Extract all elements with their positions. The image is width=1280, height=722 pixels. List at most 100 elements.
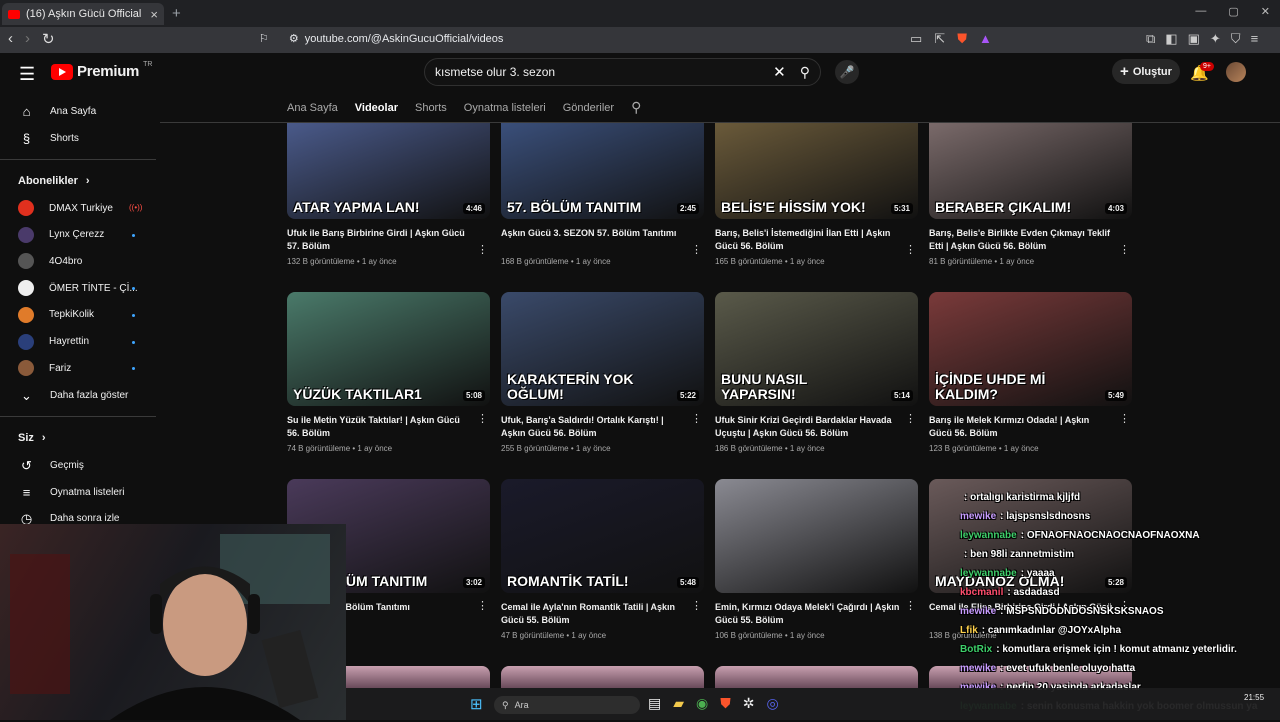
video-thumbnail[interactable] — [715, 479, 918, 593]
sidebar-item-home[interactable]: ⌂ Ana Sayfa — [18, 103, 97, 120]
video-card[interactable]: BUNU NASIL YAPARSIN! 5:14 Ufuk Sinir Krizi… — [715, 292, 918, 453]
video-thumbnail[interactable]: 57. BÖLÜM TANITIM 2:45 — [501, 123, 704, 219]
menu-icon[interactable]: ≡ — [1251, 31, 1259, 47]
brave-shield-icon[interactable]: ⛊ — [957, 31, 967, 47]
subscriptions-heading[interactable]: Abonelikler › — [18, 175, 90, 187]
chrome-icon[interactable]: ◉ — [696, 695, 708, 712]
more-options-icon[interactable]: ⋮ — [691, 599, 702, 612]
show-more-button[interactable]: ⌄ Daha fazla göster — [18, 387, 128, 404]
app-icon[interactable]: ✲ — [743, 695, 755, 712]
video-thumbnail[interactable]: KARAKTERİN YOK OĞLUM! 5:22 — [501, 292, 704, 406]
discord-icon[interactable]: ◎ — [766, 695, 778, 712]
you-heading[interactable]: Siz › — [18, 432, 46, 444]
windows-start-icon[interactable]: ⊞ — [470, 695, 483, 713]
search-icon[interactable]: ⚲ — [800, 64, 810, 81]
ai-icon[interactable]: ✦ — [1210, 31, 1221, 47]
back-icon[interactable]: ‹ — [8, 30, 13, 48]
video-thumbnail[interactable] — [501, 666, 704, 688]
tab-home[interactable]: Ana Sayfa — [287, 102, 338, 114]
sidebar-item-playlists[interactable]: ≡ Oynatma listeleri — [18, 484, 125, 501]
close-window-icon[interactable]: ✕ — [1261, 5, 1270, 18]
reload-icon[interactable]: ↻ — [42, 30, 55, 48]
bookmark-icon[interactable]: ⚐ — [259, 32, 269, 45]
video-card[interactable]: YÜZÜK TAKTILAR1 5:08 Su ile Metin Yüzük Ta… — [287, 292, 490, 453]
sidebar-subscription-item[interactable]: Hayrettin — [18, 333, 89, 350]
vpn-icon[interactable]: ⛉ — [1231, 31, 1241, 47]
create-button[interactable]: + Oluştur — [1112, 59, 1180, 84]
video-thumbnail[interactable]: BUNU NASIL YAPARSIN! 5:14 — [715, 292, 918, 406]
sidebar-item-history[interactable]: ↺ Geçmiş — [18, 457, 84, 474]
video-card[interactable]: 57. BÖLÜM TANITIM 2:45 Aşkın Gücü 3. SEZON… — [501, 123, 704, 266]
more-options-icon[interactable]: ⋮ — [477, 599, 488, 612]
video-thumbnail[interactable]: BELİS'E HİSSİM YOK! 5:31 — [715, 123, 918, 219]
more-options-icon[interactable]: ⋮ — [691, 412, 702, 425]
video-card[interactable]: ROMANTİK TATİL! 5:48 Cemal ile Ayla'nın Ro… — [501, 479, 704, 640]
more-options-icon[interactable]: ⋮ — [1119, 412, 1130, 425]
tab-videos[interactable]: Videolar — [355, 102, 398, 114]
cast-icon[interactable]: ▭ — [910, 31, 922, 47]
video-title[interactable]: Emin, Kırmızı Odaya Melek'i Çağırdı | Aş… — [715, 601, 900, 627]
more-options-icon[interactable]: ⋮ — [1119, 243, 1130, 256]
more-options-icon[interactable]: ⋮ — [905, 243, 916, 256]
video-title[interactable]: Barış ile Melek Kırmızı Odada! | Aşkın G… — [929, 414, 1114, 440]
wallet-icon[interactable]: ▣ — [1188, 31, 1200, 47]
sidebar-toggle-icon[interactable]: ◧ — [1165, 31, 1177, 47]
video-thumbnail[interactable]: YÜZÜK TAKTILAR1 5:08 — [287, 292, 490, 406]
browser-tab[interactable]: (16) Aşkın Gücü Official - YouTube × — [2, 3, 164, 25]
screenshot-icon[interactable]: ⧉ — [1146, 31, 1155, 47]
search-input[interactable]: kısmetse olur 3. sezon ✕ ⚲ — [424, 58, 821, 86]
clear-search-icon[interactable]: ✕ — [773, 63, 786, 81]
video-title[interactable]: Ufuk ile Barış Birbirine Girdi | Aşkın G… — [287, 227, 472, 253]
video-card[interactable]: BERABER ÇIKALIM! 4:03 Barış, Belis'e Birli… — [929, 123, 1132, 266]
youtube-logo[interactable]: Premium TR — [51, 61, 152, 80]
video-title[interactable]: Ufuk Sinir Krizi Geçirdi Bardaklar Havad… — [715, 414, 900, 440]
tab-playlists[interactable]: Oynatma listeleri — [464, 102, 546, 114]
video-card[interactable]: BELİS'E HİSSİM YOK! 5:31 Barış, Belis'i İs… — [715, 123, 918, 266]
sidebar-subscription-item[interactable]: Lynx Çerezz — [18, 226, 104, 243]
share-icon[interactable]: ⇱ — [934, 31, 945, 47]
sidebar-item-shorts[interactable]: § Shorts — [18, 130, 79, 147]
account-avatar[interactable] — [1226, 62, 1246, 82]
tab-shorts[interactable]: Shorts — [415, 102, 447, 114]
more-options-icon[interactable]: ⋮ — [691, 243, 702, 256]
video-card[interactable]: ATAR YAPMA LAN! 4:46 Ufuk ile Barış Birbir… — [287, 123, 490, 266]
url-field[interactable]: ⚐ ⚙ youtube.com/@AskinGucuOfficial/video… — [259, 32, 503, 46]
task-view-icon[interactable]: ▤ — [648, 695, 661, 712]
sidebar-subscription-item[interactable]: TepkiKolik — [18, 306, 94, 323]
video-title[interactable]: Ufuk, Barış'a Saldırdı! Ortalık Karıştı!… — [501, 414, 686, 440]
video-thumbnail[interactable]: ATAR YAPMA LAN! 4:46 — [287, 123, 490, 219]
more-options-icon[interactable]: ⋮ — [905, 599, 916, 612]
rewards-icon[interactable]: ▲ — [979, 31, 992, 47]
video-title[interactable]: Barış, Belis'i İstemediğini İlan Etti | … — [715, 227, 900, 253]
tab-posts[interactable]: Gönderiler — [563, 102, 614, 114]
new-tab-icon[interactable]: + — [172, 5, 181, 22]
video-title[interactable]: Su ile Metin Yüzük Taktılar! | Aşkın Güc… — [287, 414, 472, 440]
file-explorer-icon[interactable]: ▰ — [673, 695, 684, 712]
video-title[interactable]: Cemal ile Ayla'nın Romantik Tatili | Aşk… — [501, 601, 686, 627]
video-thumbnail[interactable]: BERABER ÇIKALIM! 4:03 — [929, 123, 1132, 219]
video-thumbnail[interactable] — [715, 666, 918, 688]
voice-search-icon[interactable]: 🎤 — [835, 60, 859, 84]
sidebar-subscription-item[interactable]: 4O4bro — [18, 253, 82, 270]
sidebar-subscription-item[interactable]: DMAX Turkiye — [18, 200, 113, 216]
close-tab-icon[interactable]: × — [150, 7, 158, 22]
video-card[interactable]: Emin, Kırmızı Odaya Melek'i Çağırdı | Aş… — [715, 479, 918, 640]
more-options-icon[interactable]: ⋮ — [477, 412, 488, 425]
hamburger-menu-icon[interactable]: ☰ — [19, 64, 35, 85]
forward-icon[interactable]: › — [25, 30, 30, 48]
brave-icon[interactable]: ⛊ — [720, 695, 731, 712]
sidebar-subscription-item[interactable]: Fariz — [18, 360, 71, 377]
site-info-icon[interactable]: ⚙ — [289, 32, 299, 45]
more-options-icon[interactable]: ⋮ — [477, 243, 488, 256]
video-title[interactable]: Barış, Belis'e Birlikte Evden Çıkmayı Te… — [929, 227, 1114, 253]
video-thumbnail[interactable]: İÇİNDE UHDE Mİ KALDIM? 5:49 — [929, 292, 1132, 406]
taskbar-search[interactable]: ⚲ Ara — [494, 696, 640, 714]
channel-search-icon[interactable]: ⚲ — [631, 99, 641, 116]
video-thumbnail[interactable]: ROMANTİK TATİL! 5:48 — [501, 479, 704, 593]
more-options-icon[interactable]: ⋮ — [905, 412, 916, 425]
video-card[interactable]: KARAKTERİN YOK OĞLUM! 5:22 Ufuk, Barış'a S… — [501, 292, 704, 453]
video-card[interactable]: İÇİNDE UHDE Mİ KALDIM? 5:49 Barış ile Mele… — [929, 292, 1132, 453]
video-title[interactable]: Aşkın Gücü 3. SEZON 57. Bölüm Tanıtımı — [501, 227, 686, 253]
sidebar-subscription-item[interactable]: ÖMER TİNTE - Çİ... — [18, 280, 138, 297]
minimize-icon[interactable]: — — [1195, 5, 1206, 18]
